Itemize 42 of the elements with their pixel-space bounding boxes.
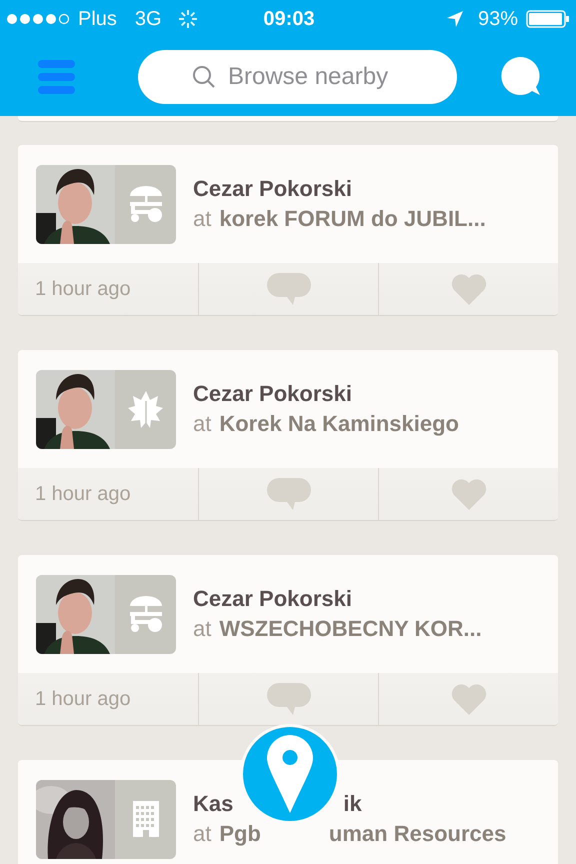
speech-bubble-icon: [266, 478, 310, 510]
network-label: 3G: [134, 7, 162, 32]
place-name-fragment[interactable]: uman Resources: [328, 820, 506, 848]
search-field[interactable]: Browse nearby: [138, 50, 457, 104]
at-label: at: [193, 410, 212, 438]
user-name: Cezar Pokorski: [193, 585, 352, 613]
place-name[interactable]: WSZECHOBECNY KOR...: [219, 615, 482, 643]
battery-icon: [526, 10, 570, 28]
search-icon: [192, 65, 216, 89]
food-cart-icon: [128, 184, 164, 224]
at-label: at: [193, 820, 212, 848]
post-time: 1 hour ago: [35, 687, 131, 712]
heart-icon: [450, 683, 486, 715]
food-cart-icon: [128, 594, 164, 634]
search-input[interactable]: Browse nearby: [228, 59, 403, 95]
feed-card[interactable]: Cezar Pokorski at korek FORUM do JUBIL... 1 hour ago: [18, 145, 558, 316]
menu-icon[interactable]: [38, 60, 75, 94]
user-name-fragment: Kas: [193, 790, 234, 818]
place-name[interactable]: Korek Na Kaminskiego: [219, 410, 459, 438]
location-arrow-icon: [446, 10, 464, 28]
feed-card[interactable]: Cezar Pokorski at WSZECHOBECNY KOR... 1 hour ago: [18, 555, 558, 726]
activity-spinner-icon: [178, 9, 198, 29]
battery-percent: 93%: [478, 7, 518, 32]
post-time: 1 hour ago: [35, 277, 131, 302]
heart-icon: [450, 478, 486, 510]
at-label: at: [193, 615, 212, 643]
user-name: Cezar Pokorski: [193, 175, 352, 203]
feed-card[interactable]: Cezar Pokorski at Korek Na Kaminskiego 1 hour ago: [18, 350, 558, 521]
user-name: Cezar Pokorski: [193, 380, 352, 408]
post-time: 1 hour ago: [35, 482, 131, 507]
leaf-icon: [128, 389, 164, 429]
speech-bubble-icon: [266, 273, 310, 305]
user-name-fragment: ik: [343, 790, 362, 818]
map-pin-icon: [266, 735, 314, 813]
place-name[interactable]: korek FORUM do JUBIL...: [219, 205, 486, 233]
heart-icon: [450, 273, 486, 305]
clock-time: 09:03: [262, 7, 316, 32]
place-name-fragment[interactable]: Pgb: [219, 820, 261, 848]
at-label: at: [193, 205, 212, 233]
speech-bubble-icon: [266, 683, 310, 715]
chat-bubble-icon[interactable]: [500, 56, 542, 98]
carrier-label: Plus: [78, 7, 117, 32]
